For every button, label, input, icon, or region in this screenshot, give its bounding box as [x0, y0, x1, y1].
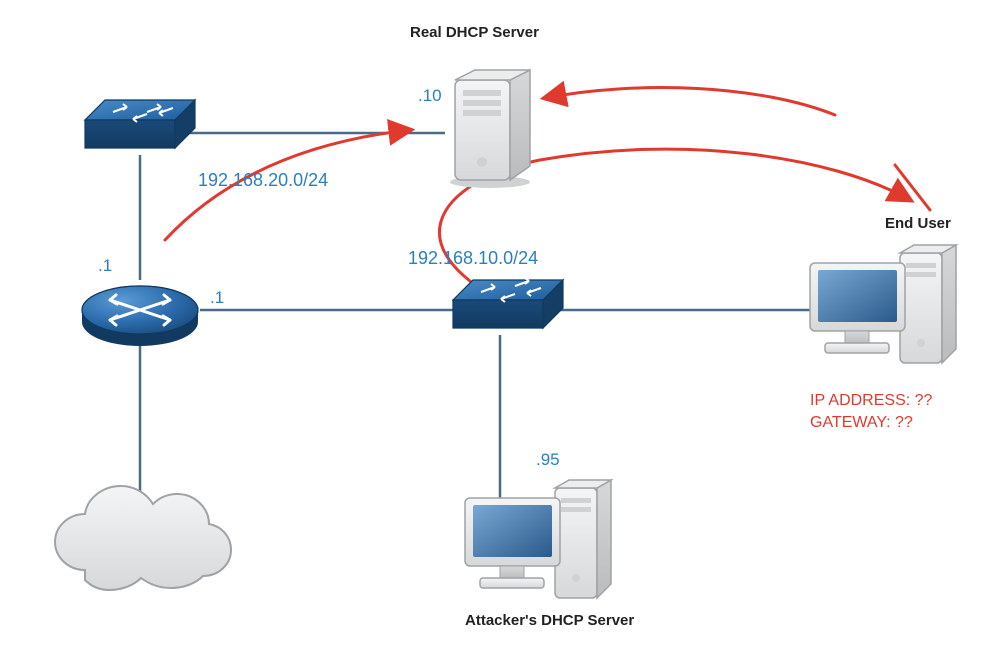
network-mid-label: 192.168.10.0/24 — [408, 248, 538, 269]
real-dhcp-label: Real DHCP Server — [410, 24, 539, 41]
end-user-status-gw: GATEWAY: ?? — [810, 414, 913, 431]
arrow-scribble — [895, 165, 930, 210]
cloud-icon — [55, 486, 231, 590]
end-user-label: End User — [885, 215, 951, 232]
network-top-label: 192.168.20.0/24 — [198, 170, 328, 191]
attacker-dhcp-label: Attacker's DHCP Server — [465, 612, 634, 629]
real-dhcp-ip: .10 — [418, 86, 442, 106]
router-icon — [82, 286, 198, 346]
arrow-enduser-to-real-dhcp — [545, 88, 835, 115]
end-user-status-ip: IP ADDRESS: ?? — [810, 392, 932, 409]
network-diagram — [0, 0, 1000, 666]
router-left-ip: .1 — [98, 256, 112, 276]
links — [140, 133, 818, 530]
switch-top-icon — [85, 100, 195, 148]
switch-mid-icon — [453, 278, 563, 328]
real-dhcp-server-icon — [450, 70, 530, 188]
attacker-dhcp-ip: .95 — [536, 450, 560, 470]
attacker-dhcp-icon — [465, 480, 611, 598]
end-user-status: IP ADDRESS: ?? GATEWAY: ?? — [810, 390, 932, 435]
router-right-ip: .1 — [210, 288, 224, 308]
end-user-icon — [810, 245, 956, 363]
